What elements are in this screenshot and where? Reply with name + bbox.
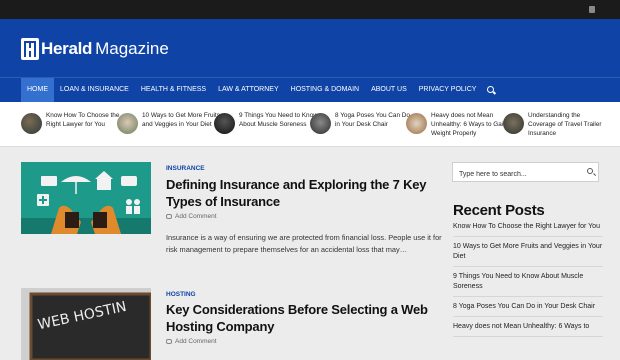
post-excerpt: Insurance is a way of ensuring we are pr… bbox=[166, 233, 442, 254]
logo-h-icon bbox=[21, 38, 39, 60]
nav-item-privacy-policy[interactable]: PRIVACY POLICY bbox=[413, 78, 483, 102]
site-logo[interactable]: Herald Magazine bbox=[21, 37, 169, 61]
post-comment-link[interactable]: Add Comment bbox=[166, 213, 217, 220]
ticker-thumbnail bbox=[21, 113, 42, 134]
post-category[interactable]: INSURANCE bbox=[166, 165, 205, 172]
ticker-item[interactable]: Know How To Choose the Right Lawyer for … bbox=[21, 111, 126, 134]
ticker-thumbnail bbox=[310, 113, 331, 134]
nav-item-law-attorney[interactable]: LAW & ATTORNEY bbox=[212, 78, 285, 102]
ticker-title: 9 Things You Need to Know About Muscle S… bbox=[239, 112, 318, 128]
ticker-item[interactable]: 10 Ways to Get More Fruits and Veggies i… bbox=[117, 111, 222, 134]
recent-post-link[interactable]: 10 Ways to Get More Fruits and Veggies i… bbox=[453, 242, 603, 267]
topbar-icon[interactable] bbox=[589, 6, 595, 13]
recent-post-link[interactable]: 9 Things You Need to Know About Muscle S… bbox=[453, 272, 603, 297]
nav-item-about-us[interactable]: ABOUT US bbox=[365, 78, 413, 102]
comment-icon bbox=[166, 214, 172, 219]
post-title[interactable]: Key Considerations Before Selecting a We… bbox=[166, 301, 446, 335]
ticker-title: 10 Ways to Get More Fruits and Veggies i… bbox=[142, 112, 220, 128]
ticker-title: Know How To Choose the Right Lawyer for … bbox=[46, 112, 120, 128]
nav-item-hosting-domain[interactable]: HOSTING & DOMAIN bbox=[285, 78, 365, 102]
post-comment-link[interactable]: Add Comment bbox=[166, 338, 217, 345]
nav-item-health-fitness[interactable]: HEALTH & FITNESS bbox=[135, 78, 212, 102]
logo-name-light: Magazine bbox=[95, 39, 169, 58]
search-input[interactable] bbox=[453, 165, 573, 184]
recent-post-link[interactable]: 8 Yoga Poses You Can Do in Your Desk Cha… bbox=[453, 302, 603, 317]
logo-name-bold: Herald bbox=[41, 39, 93, 58]
comment-label: Add Comment bbox=[175, 338, 217, 345]
ticker-item[interactable]: 8 Yoga Poses You Can Do in Your Desk Cha… bbox=[310, 111, 415, 134]
ticker-thumbnail bbox=[117, 113, 138, 134]
post-image-hosting[interactable]: WEB HOSTIN bbox=[21, 288, 151, 360]
comment-label: Add Comment bbox=[175, 213, 217, 220]
ticker-item[interactable]: Heavy does not Mean Unhealthy: 6 Ways to… bbox=[406, 111, 511, 138]
nav-item-home[interactable]: HOME bbox=[21, 78, 54, 102]
recent-post-link[interactable]: Heavy does not Mean Unhealthy: 6 Ways to bbox=[453, 322, 603, 337]
ticker-title: Heavy does not Mean Unhealthy: 6 Ways to… bbox=[431, 112, 507, 137]
sidebar-search[interactable] bbox=[452, 162, 599, 184]
ticker-title: Understanding the Coverage of Travel Tra… bbox=[528, 112, 602, 137]
ticker-thumbnail bbox=[503, 113, 524, 134]
post-title[interactable]: Defining Insurance and Exploring the 7 K… bbox=[166, 176, 446, 210]
ticker-thumbnail bbox=[406, 113, 427, 134]
post-image-insurance[interactable] bbox=[21, 162, 151, 234]
recent-posts-heading: Recent Posts bbox=[453, 202, 545, 219]
recent-post-link[interactable]: Know How To Choose the Right Lawyer for … bbox=[453, 222, 603, 237]
main-nav: HOME LOAN & INSURANCE HEALTH & FITNESS L… bbox=[0, 77, 620, 102]
featured-ticker: Know How To Choose the Right Lawyer for … bbox=[0, 102, 620, 147]
post-category[interactable]: HOSTING bbox=[166, 291, 196, 298]
nav-search-icon[interactable] bbox=[484, 78, 498, 102]
ticker-item[interactable]: 9 Things You Need to Know About Muscle S… bbox=[214, 111, 319, 134]
ticker-thumbnail bbox=[214, 113, 235, 134]
ticker-item[interactable]: Understanding the Coverage of Travel Tra… bbox=[503, 111, 603, 138]
search-icon[interactable] bbox=[587, 168, 593, 174]
nav-item-loan-insurance[interactable]: LOAN & INSURANCE bbox=[54, 78, 135, 102]
recent-posts-list: Know How To Choose the Right Lawyer for … bbox=[453, 222, 603, 342]
top-bar bbox=[0, 0, 620, 19]
ticker-title: 8 Yoga Poses You Can Do in Your Desk Cha… bbox=[335, 112, 410, 128]
comment-icon bbox=[166, 339, 172, 344]
